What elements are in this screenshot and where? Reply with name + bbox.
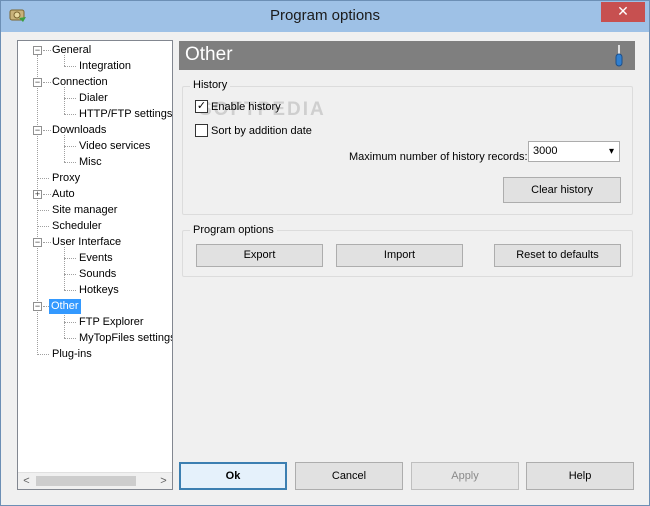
tree-branch-line — [64, 311, 65, 338]
close-icon: ✕ — [617, 3, 629, 19]
collapse-icon[interactable]: − — [33, 46, 42, 55]
close-button[interactable]: ✕ — [601, 2, 645, 22]
tree-connector — [37, 210, 49, 211]
tree-connector — [64, 290, 76, 291]
scroll-left-icon[interactable]: < — [18, 473, 35, 489]
tree-item-general[interactable]: General — [50, 43, 93, 58]
tree-item-ftp-explorer[interactable]: FTP Explorer — [77, 315, 146, 330]
clear-history-button[interactable]: Clear history — [503, 177, 621, 203]
screwdriver-icon — [613, 44, 625, 68]
tree-item-proxy[interactable]: Proxy — [50, 171, 82, 186]
window-title: Program options — [269, 7, 381, 24]
tree-connector — [64, 274, 76, 275]
tree-item-video-services[interactable]: Video services — [77, 139, 152, 154]
tree-connector — [64, 322, 76, 323]
tree-branch-line — [64, 247, 65, 290]
tree-item-scheduler[interactable]: Scheduler — [50, 219, 104, 234]
tree-item-user-interface[interactable]: User Interface — [50, 235, 123, 250]
tree-item-site-manager[interactable]: Site manager — [50, 203, 119, 218]
max-history-records-select[interactable]: 3000 ▾ — [528, 141, 620, 162]
sort-by-date-checkbox[interactable] — [195, 124, 208, 137]
tree-item-auto[interactable]: Auto — [50, 187, 77, 202]
tree-connector — [64, 258, 76, 259]
tree-item-downloads[interactable]: Downloads — [50, 123, 108, 138]
collapse-icon[interactable]: − — [33, 78, 42, 87]
tree-item-misc[interactable]: Misc — [77, 155, 104, 170]
tree-branch-line — [64, 135, 65, 162]
scroll-right-icon[interactable]: > — [155, 473, 172, 489]
tree-connector — [37, 226, 49, 227]
enable-history-label[interactable]: Enable history — [211, 101, 281, 113]
tree-item-connection[interactable]: Connection — [50, 75, 110, 90]
tree-item-mytopfiles-settings[interactable]: MyTopFiles settings — [77, 331, 172, 346]
help-button[interactable]: Help — [526, 462, 634, 490]
sort-by-date-label[interactable]: Sort by addition date — [211, 125, 312, 137]
export-button[interactable]: Export — [196, 244, 323, 267]
tree-item-plug-ins[interactable]: Plug-ins — [50, 347, 94, 362]
collapse-icon[interactable]: − — [33, 302, 42, 311]
import-button[interactable]: Import — [336, 244, 463, 267]
tree-horizontal-scrollbar[interactable]: < > — [18, 472, 172, 489]
collapse-icon[interactable]: − — [33, 238, 42, 247]
tree-connector — [64, 98, 76, 99]
ok-button[interactable]: Ok — [179, 462, 287, 490]
scrollbar-thumb[interactable] — [36, 476, 136, 486]
tree-connector — [64, 146, 76, 147]
tree-item-hotkeys[interactable]: Hotkeys — [77, 283, 121, 298]
tree-item-events[interactable]: Events — [77, 251, 115, 266]
tree-connector — [37, 178, 49, 179]
tree-connector — [64, 338, 76, 339]
apply-button[interactable]: Apply — [411, 462, 519, 490]
tree-connector — [64, 114, 76, 115]
enable-history-checkbox[interactable]: ✓ — [195, 100, 208, 113]
expand-icon[interactable]: + — [33, 190, 42, 199]
chevron-down-icon: ▾ — [608, 146, 614, 157]
tree-item-integration[interactable]: Integration — [77, 59, 133, 74]
options-tree[interactable]: − − − + − − General Integration Connecti… — [17, 40, 173, 490]
cancel-button[interactable]: Cancel — [295, 462, 403, 490]
tree-item-other[interactable]: Other — [49, 299, 81, 314]
reset-to-defaults-button[interactable]: Reset to defaults — [494, 244, 621, 267]
tree-connector — [37, 354, 49, 355]
tree-item-http-ftp-settings[interactable]: HTTP/FTP settings — [77, 107, 172, 122]
max-history-records-value: 3000 — [533, 145, 558, 157]
tree-connector — [64, 162, 76, 163]
tree-connector — [64, 66, 76, 67]
tree-item-sounds[interactable]: Sounds — [77, 267, 118, 282]
program-options-window: Program options ✕ − − − + − − General In… — [0, 0, 650, 506]
title-bar: Program options ✕ — [1, 1, 649, 32]
section-title: Other — [185, 44, 233, 65]
collapse-icon[interactable]: − — [33, 126, 42, 135]
tree-item-dialer[interactable]: Dialer — [77, 91, 110, 106]
max-history-records-label: Maximum number of history records: — [349, 151, 528, 163]
program-options-group-label: Program options — [190, 224, 277, 236]
tree-branch-line — [64, 87, 65, 114]
history-group-label: History — [190, 79, 231, 91]
section-header: Other — [179, 41, 635, 70]
